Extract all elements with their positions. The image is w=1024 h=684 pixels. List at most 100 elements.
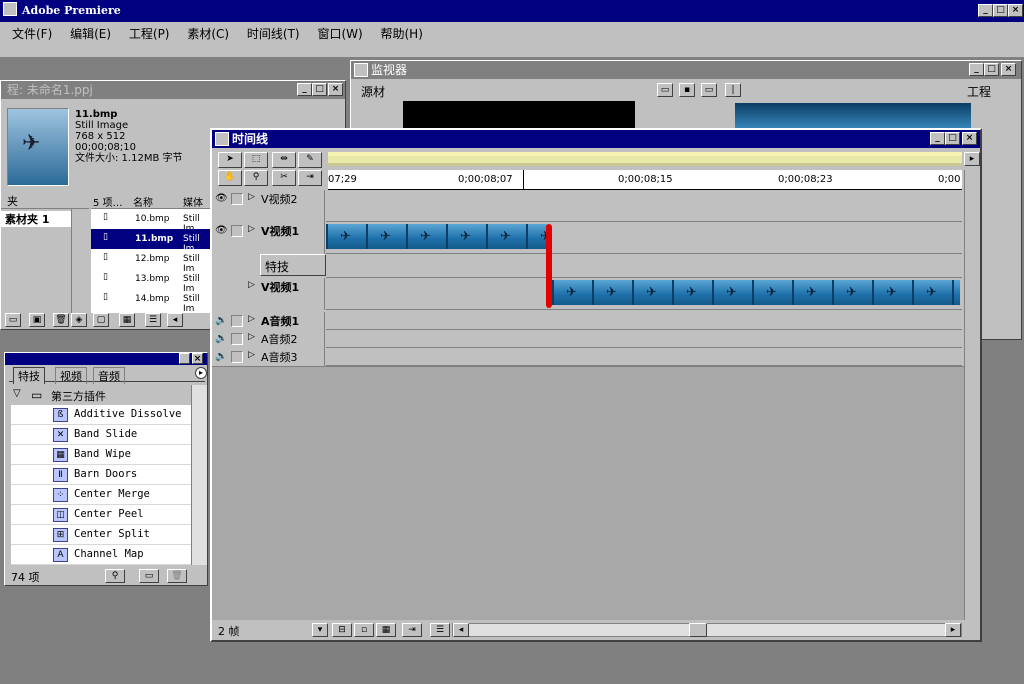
menu-help[interactable]: 帮助(H) [381, 27, 423, 41]
list-item[interactable]: ▯ 12.bmp Still Im [91, 249, 211, 274]
hand-tool-icon[interactable]: ✋ [218, 170, 242, 186]
fade-tool-icon[interactable]: ✎ [298, 152, 322, 168]
edge-view-icon[interactable]: ▦ [376, 623, 396, 637]
minimize-button[interactable]: _ [978, 4, 993, 17]
menu-project[interactable]: 工程(P) [129, 27, 170, 41]
speaker-icon[interactable]: 🔊 [215, 351, 228, 363]
monitor-menu-icon[interactable]: | [725, 83, 741, 97]
delete-icon[interactable]: 🗑 [53, 313, 69, 327]
col-media[interactable]: 媒体 [183, 194, 203, 209]
expand-icon[interactable]: ▷ [248, 314, 255, 324]
speaker-icon[interactable]: 🔊 [215, 315, 228, 327]
speaker-icon[interactable]: 🔊 [215, 333, 228, 345]
effect-item[interactable]: Ⅱ Barn Doors [11, 465, 193, 485]
effect-item[interactable]: ß Additive Dissolve [11, 405, 193, 425]
eye-icon[interactable]: 👁 [215, 225, 228, 237]
thumb-view-icon[interactable]: ▦ [119, 313, 135, 327]
scroll-left-icon[interactable]: ◂ [167, 313, 183, 327]
new-item-icon[interactable]: ▣ [29, 313, 45, 327]
tab-audio[interactable]: 音频 [93, 367, 125, 384]
palette-menu-icon[interactable]: ▸ [195, 367, 207, 379]
project-max-button[interactable]: □ [312, 83, 327, 96]
effect-item[interactable]: ⁘ Center Merge [11, 485, 193, 505]
new-bin-icon[interactable]: ▭ [5, 313, 21, 327]
maximize-button[interactable]: □ [993, 4, 1008, 17]
track-area[interactable] [326, 348, 962, 366]
time-ruler[interactable]: 07;29 0;00;08;07 0;00;08;15 0;00;08;23 0… [328, 170, 962, 190]
timeline-menu-icon[interactable]: ▸ [964, 152, 980, 166]
timeline-max-button[interactable]: □ [945, 132, 960, 145]
toggle-sync-icon[interactable]: ☰ [430, 623, 450, 637]
close-button[interactable]: × [1008, 4, 1023, 17]
expand-icon[interactable]: ▷ [248, 280, 255, 290]
menu-window[interactable]: 窗口(W) [317, 27, 362, 41]
work-area-bar[interactable] [328, 152, 962, 166]
single-view-icon[interactable]: ▭ [657, 83, 673, 97]
track-area[interactable] [326, 190, 962, 222]
lock-toggle[interactable] [231, 333, 243, 345]
tab-video[interactable]: 视频 [55, 367, 87, 384]
scroll-left-icon[interactable]: ◂ [453, 623, 469, 637]
timeline-min-button[interactable]: _ [930, 132, 945, 145]
track-area[interactable] [326, 222, 962, 254]
tab-effects[interactable]: 特技 [13, 367, 45, 384]
find-icon[interactable]: ⚲ [105, 569, 125, 583]
lock-toggle[interactable] [231, 225, 243, 237]
timeline-vscroll[interactable] [964, 170, 980, 620]
bin-scrollbar[interactable] [71, 209, 89, 313]
bin-item[interactable]: 素材夹 1 [1, 211, 71, 227]
menu-clip[interactable]: 素材(C) [187, 27, 229, 41]
col-name[interactable]: 名称 [133, 194, 153, 209]
delete-effect-icon[interactable]: 🗑 [167, 569, 187, 583]
effect-item[interactable]: A Channel Map [11, 545, 193, 565]
expand-icon[interactable]: ▷ [248, 224, 255, 234]
timeline-close-button[interactable]: × [962, 132, 977, 145]
track-options-icon[interactable]: ⊟ [332, 623, 352, 637]
lock-toggle[interactable] [231, 193, 243, 205]
track-area[interactable] [326, 330, 962, 348]
expand-icon[interactable]: ▷ [248, 192, 255, 202]
new-folder-icon[interactable]: ▭ [139, 569, 159, 583]
effects-scrollbar[interactable] [191, 385, 207, 565]
expand-icon[interactable]: ▷ [248, 350, 255, 360]
list-item[interactable]: ▯ 14.bmp Still Im [91, 289, 211, 314]
col-count[interactable]: 5 项… [93, 194, 123, 209]
select-tool-icon[interactable]: ➤ [218, 152, 242, 168]
list-item[interactable]: ▯10.bmpStill Im [91, 209, 211, 234]
effect-item[interactable]: ◫ Center Peel [11, 505, 193, 525]
video-clip-b[interactable] [552, 280, 960, 307]
razor-tool-icon[interactable]: ✂ [272, 170, 296, 186]
range-select-icon[interactable]: ⬚ [244, 152, 268, 168]
eye-icon[interactable]: 👁 [215, 193, 228, 205]
scroll-right-icon[interactable]: ▸ [945, 623, 961, 637]
collapse-icon[interactable]: ▽ [13, 388, 21, 399]
zoom-tool-icon[interactable]: ⚲ [244, 170, 268, 186]
timeline-hscroll[interactable]: ◂ ▸ [452, 623, 962, 637]
list-item[interactable]: ▯ 13.bmp Still Im [91, 269, 211, 294]
effect-item[interactable]: ▦ Band Wipe [11, 445, 193, 465]
monitor-min-button[interactable]: _ [969, 63, 984, 76]
track-area[interactable] [326, 254, 962, 278]
menu-file[interactable]: 文件(F) [12, 27, 52, 41]
track-area[interactable] [326, 278, 962, 310]
effect-item[interactable]: ✕ Band Slide [11, 425, 193, 445]
menu-edit[interactable]: 编辑(E) [70, 27, 111, 41]
lock-toggle[interactable] [231, 315, 243, 327]
shift-tracks-icon[interactable]: ⇥ [402, 623, 422, 637]
in-out-tool-icon[interactable]: ⇥ [298, 170, 322, 186]
monitor-max-button[interactable]: □ [984, 63, 999, 76]
project-min-button[interactable]: _ [297, 83, 312, 96]
monitor-close-button[interactable]: × [1001, 63, 1016, 76]
menu-timeline[interactable]: 时间线(T) [247, 27, 300, 41]
folder-row[interactable]: ▽ ▭ 第三方插件 [7, 385, 191, 405]
lock-toggle[interactable] [231, 351, 243, 363]
duration-dropdown-icon[interactable]: ▾ [312, 623, 328, 637]
dual-view-icon[interactable]: ▪ [679, 83, 695, 97]
video-clip-a[interactable] [326, 224, 548, 251]
effects-close-button[interactable]: × [192, 353, 203, 364]
split-view-icon[interactable]: ◈ [71, 313, 87, 327]
rolling-edit-icon[interactable]: ⇹ [272, 152, 296, 168]
track-area[interactable] [326, 312, 962, 330]
trim-view-icon[interactable]: ▭ [701, 83, 717, 97]
project-close-button[interactable]: × [328, 83, 343, 96]
